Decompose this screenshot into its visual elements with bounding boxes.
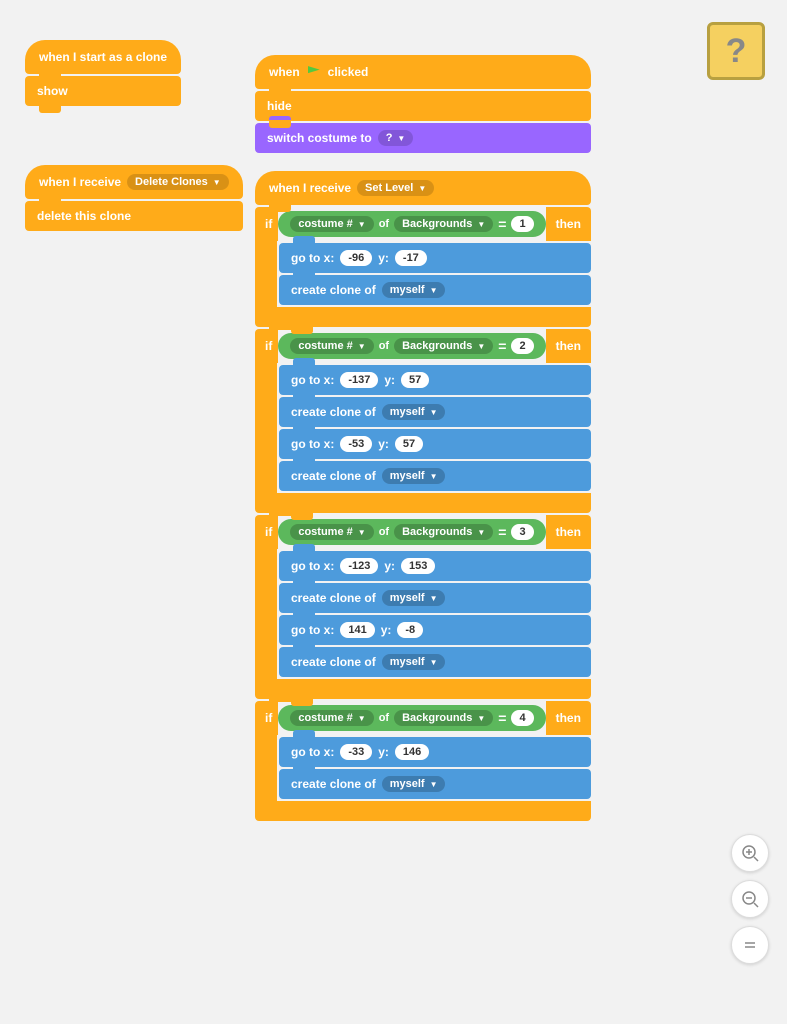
goto-label-3a: go to x: (291, 559, 334, 573)
x-val-3b: 141 (340, 622, 374, 638)
goto-block-4: go to x: -33 y: 146 (279, 737, 591, 767)
green-flag-hat: when clicked (255, 55, 591, 89)
goto-block-3b: go to x: 141 y: -8 (279, 615, 591, 645)
goto-label-3b: go to x: (291, 623, 334, 637)
goto-block-3a: go to x: -123 y: 153 (279, 551, 591, 581)
create-clone-2a: create clone of myself ▼ (279, 397, 591, 427)
switch-costume-label: switch costume to (267, 131, 372, 145)
goto-label-2a: go to x: (291, 373, 334, 387)
costume-hash-dropdown-3[interactable]: costume # ▼ (290, 524, 373, 540)
value-4: 4 (511, 710, 533, 726)
goto-block-2a: go to x: -137 y: 57 (279, 365, 591, 395)
then-label-1: then (556, 217, 581, 231)
when-receive-label: when I receive (39, 175, 121, 189)
if-block-2: if costume # ▼ of Backgrounds ▼ = 2 (255, 329, 591, 513)
delete-clones-dropdown[interactable]: Delete Clones ▼ (127, 174, 229, 190)
create-clone-2b: create clone of myself ▼ (279, 461, 591, 491)
if-block-3: if costume # ▼ of Backgrounds ▼ = 3 (255, 515, 591, 699)
create-clone-label-2a: create clone of (291, 405, 376, 419)
when-receive-set-level-hat: when I receive Set Level ▼ (255, 171, 591, 205)
if-label-4: if (265, 711, 272, 725)
x-val-4: -33 (340, 744, 372, 760)
myself-dropdown-3b[interactable]: myself ▼ (382, 654, 446, 670)
zoom-out-button[interactable] (731, 880, 769, 918)
clone-group: when I start as a clone show (25, 40, 181, 106)
value-1: 1 (511, 216, 533, 232)
goto-label-4: go to x: (291, 745, 334, 759)
when-start-clone-label: when I start as a clone (39, 50, 167, 64)
costume-hash-dropdown-2[interactable]: costume # ▼ (290, 338, 373, 354)
y-val-2a: 57 (401, 372, 429, 388)
hide-label: hide (267, 99, 292, 113)
myself-dropdown-2b[interactable]: myself ▼ (382, 468, 446, 484)
x-val-2b: -53 (340, 436, 372, 452)
green-flag-icon (308, 66, 320, 78)
set-level-arrow: ▼ (418, 184, 426, 193)
goto-label-1: go to x: (291, 251, 334, 265)
goto-label-2b: go to x: (291, 437, 334, 451)
dropdown-arrow-icon: ▼ (213, 178, 221, 187)
if-block-4: if costume # ▼ of Backgrounds ▼ = 4 (255, 701, 591, 821)
create-clone-label-2b: create clone of (291, 469, 376, 483)
y-val-3a: 153 (401, 558, 435, 574)
costume-dropdown-arrow: ▼ (397, 134, 405, 143)
backgrounds-dropdown-2[interactable]: Backgrounds ▼ (394, 338, 493, 354)
costume-dropdown[interactable]: ? ▼ (378, 130, 414, 146)
show-label: show (37, 84, 68, 98)
zoom-in-button[interactable] (731, 834, 769, 872)
if-label-1: if (265, 217, 272, 231)
if-label-3: if (265, 525, 272, 539)
goto-block-2b: go to x: -53 y: 57 (279, 429, 591, 459)
myself-dropdown-4[interactable]: myself ▼ (382, 776, 446, 792)
y-val-1: -17 (395, 250, 427, 266)
create-clone-label-4: create clone of (291, 777, 376, 791)
if-label-2: if (265, 339, 272, 353)
switch-costume-block: switch costume to ? ▼ (255, 123, 591, 153)
when-label: when (269, 65, 300, 79)
set-level-dropdown[interactable]: Set Level ▼ (357, 180, 434, 196)
create-clone-3b: create clone of myself ▼ (279, 647, 591, 677)
create-clone-label-3b: create clone of (291, 655, 376, 669)
receive-group: when I receive Delete Clones ▼ delete th… (25, 165, 243, 231)
then-label-4: then (556, 711, 581, 725)
zoom-controls (731, 834, 769, 964)
main-group: when clicked hide switch costume to ? ▼ … (255, 55, 591, 821)
backgrounds-dropdown-1[interactable]: Backgrounds ▼ (394, 216, 493, 232)
create-clone-3a: create clone of myself ▼ (279, 583, 591, 613)
x-val-1: -96 (340, 250, 372, 266)
x-val-3a: -123 (340, 558, 378, 574)
y-val-3b: -8 (397, 622, 423, 638)
create-clone-label-1: create clone of (291, 283, 376, 297)
value-3: 3 (511, 524, 533, 540)
myself-dropdown-3a[interactable]: myself ▼ (382, 590, 446, 606)
delete-clone-label: delete this clone (37, 209, 131, 223)
y-val-4: 146 (395, 744, 429, 760)
receive2-label: when I receive (269, 181, 351, 195)
goto-block-1: go to x: -96 y: -17 (279, 243, 591, 273)
zoom-reset-button[interactable] (731, 926, 769, 964)
myself-dropdown-2a[interactable]: myself ▼ (382, 404, 446, 420)
x-val-2a: -137 (340, 372, 378, 388)
backgrounds-dropdown-3[interactable]: Backgrounds ▼ (394, 524, 493, 540)
costume-hash-dropdown-1[interactable]: costume # ▼ (290, 216, 373, 232)
y-val-2b: 57 (395, 436, 423, 452)
backgrounds-dropdown-4[interactable]: Backgrounds ▼ (394, 710, 493, 726)
hide-block: hide (255, 91, 591, 121)
myself-dropdown-1[interactable]: myself ▼ (382, 282, 446, 298)
create-clone-4: create clone of myself ▼ (279, 769, 591, 799)
clicked-label: clicked (328, 65, 369, 79)
question-mark-block[interactable]: ? (707, 22, 765, 80)
create-clone-1: create clone of myself ▼ (279, 275, 591, 305)
costume-hash-dropdown-4[interactable]: costume # ▼ (290, 710, 373, 726)
if-block-1: if costume # ▼ of Backgrounds ▼ = 1 (255, 207, 591, 327)
create-clone-label-3a: create clone of (291, 591, 376, 605)
then-label-3: then (556, 525, 581, 539)
then-label-2: then (556, 339, 581, 353)
value-2: 2 (511, 338, 533, 354)
